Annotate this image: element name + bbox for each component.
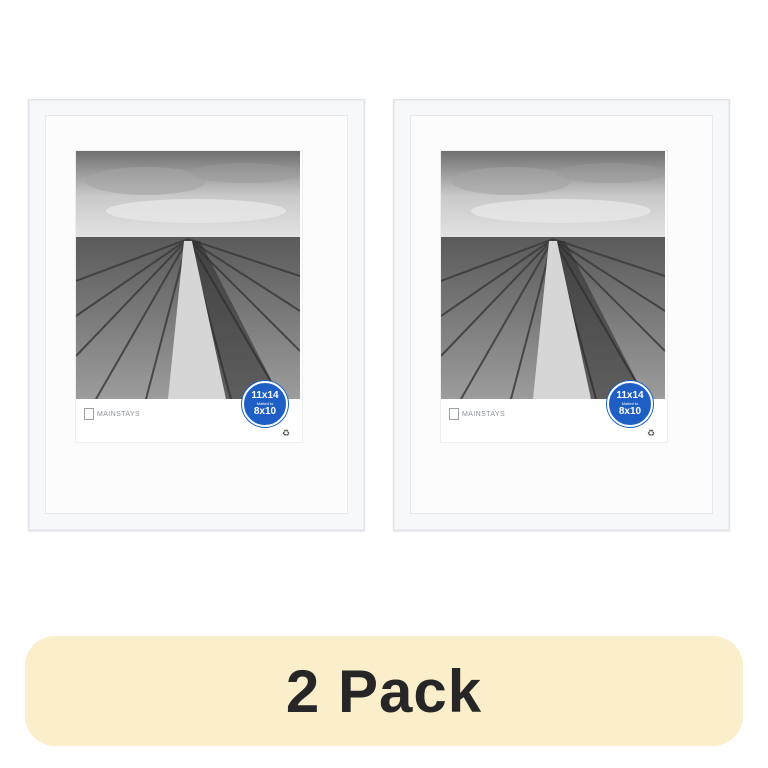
pack-count-banner: 2 Pack <box>25 636 743 746</box>
badge-frame-size: 11x14 <box>616 390 644 401</box>
badge-photo-size: 8x10 <box>618 406 642 417</box>
photo-insert: MAINSTAYS 11x14 Matted to 8x10 ♻ <box>440 150 668 443</box>
size-badge: 11x14 Matted to 8x10 <box>607 381 653 427</box>
recycle-icon: ♻ <box>647 428 656 438</box>
brand-name: MAINSTAYS <box>462 410 506 418</box>
pack-count-label: 2 Pack <box>285 657 483 725</box>
recycle-icon: ♻ <box>282 428 291 438</box>
vineyard-photo <box>76 151 300 399</box>
brand-name: MAINSTAYS <box>97 410 141 418</box>
vineyard-photo <box>441 151 665 399</box>
badge-frame-size: 11x14 <box>251 390 279 401</box>
picture-frame-1: MAINSTAYS 11x14 Matted to 8x10 ♻ <box>28 99 365 531</box>
picture-frame-2: MAINSTAYS 11x14 Matted to 8x10 ♻ <box>393 99 730 531</box>
badge-photo-size: 8x10 <box>253 406 277 417</box>
brand-logo: MAINSTAYS <box>449 408 505 420</box>
brand-square-icon <box>449 408 459 420</box>
photo-insert: MAINSTAYS 11x14 Matted to 8x10 ♻ <box>75 150 303 443</box>
size-badge: 11x14 Matted to 8x10 <box>242 381 288 427</box>
brand-square-icon <box>84 408 94 420</box>
brand-logo: MAINSTAYS <box>84 408 140 420</box>
